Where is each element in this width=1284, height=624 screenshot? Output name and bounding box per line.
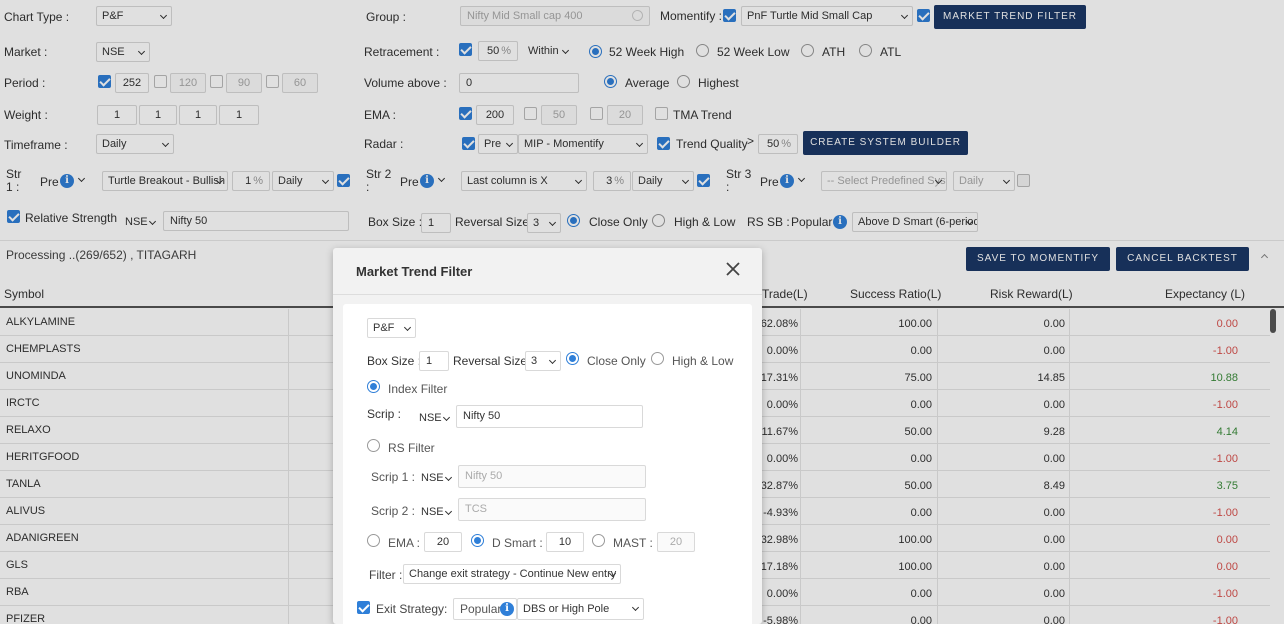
modal-radio-mast[interactable] [592, 534, 605, 547]
modal-title: Market Trend Filter [356, 264, 473, 279]
modal-mast-label: MAST : [613, 536, 653, 550]
modal-exit-popular[interactable]: Popular i [453, 598, 517, 620]
modal-scrip-input[interactable]: Nifty 50 [456, 405, 643, 428]
modal-scrip1-input[interactable]: Nifty 50 [458, 465, 646, 488]
modal-exit-strategy-checkbox[interactable] [357, 601, 370, 614]
modal-radio-rs-filter[interactable] [367, 439, 380, 452]
modal-scrip1-market-select[interactable]: NSE [415, 468, 457, 488]
modal-filter-select[interactable]: Change exit strategy - Continue New entr… [403, 564, 621, 584]
modal-dsmart-input[interactable]: 10 [546, 532, 584, 552]
modal-exit-info-icon[interactable]: i [500, 602, 514, 616]
modal-reversal-label: Reversal Size: [453, 354, 531, 368]
modal-scrip1-label: Scrip 1 : [371, 470, 416, 484]
modal-radio-high-low-label: High & Low [672, 354, 734, 368]
modal-scrip2-input[interactable]: TCS [458, 498, 646, 521]
modal-radio-close-only[interactable] [566, 352, 579, 365]
modal-ema-label: EMA : [388, 536, 421, 550]
modal-box-size-input[interactable]: 1 [419, 351, 449, 371]
modal-radio-dsmart[interactable] [471, 534, 484, 547]
market-trend-filter-modal: Market Trend Filter P&F Box Size : 1 Rev… [333, 248, 762, 624]
modal-scrip-label: Scrip : [367, 407, 402, 421]
modal-mast-input[interactable]: 20 [657, 532, 695, 552]
modal-box-size-label: Box Size : [367, 354, 422, 368]
modal-radio-high-low[interactable] [651, 352, 664, 365]
modal-header-divider [333, 294, 762, 295]
modal-ema-input[interactable]: 20 [424, 532, 462, 552]
modal-index-filter-label: Index Filter [388, 382, 448, 396]
modal-reversal-select[interactable]: 3 [525, 351, 561, 371]
modal-scrip2-market-select[interactable]: NSE [415, 502, 457, 522]
modal-scrip-market-select[interactable]: NSE [413, 408, 455, 428]
modal-filter-label: Filter : [369, 568, 403, 582]
modal-dsmart-label: D Smart : [492, 536, 543, 550]
modal-exit-strategy-label: Exit Strategy: [376, 602, 448, 616]
close-icon[interactable] [725, 261, 741, 277]
modal-scrip2-label: Scrip 2 : [371, 504, 416, 518]
modal-rs-filter-label: RS Filter [388, 441, 435, 455]
modal-chart-type-select[interactable]: P&F [367, 318, 416, 338]
modal-body: P&F Box Size : 1 Reversal Size: 3 Close … [343, 304, 752, 624]
modal-radio-ema[interactable] [367, 534, 380, 547]
modal-radio-index-filter[interactable] [367, 380, 380, 393]
modal-radio-close-only-label: Close Only [587, 354, 646, 368]
modal-exit-strategy-select[interactable]: DBS or High Pole [517, 598, 644, 620]
